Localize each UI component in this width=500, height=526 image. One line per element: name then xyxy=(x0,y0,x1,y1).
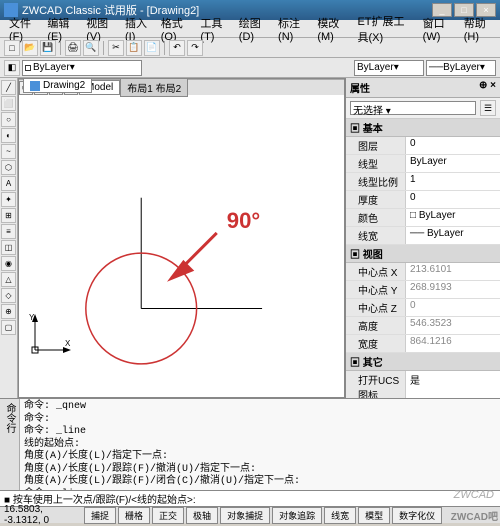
props-close-icon[interactable]: ⊕ × xyxy=(479,80,496,95)
layout-tabs[interactable]: 布局1 布局2 xyxy=(120,78,188,97)
prop-category[interactable]: ▣ 视图 xyxy=(346,245,500,263)
draw-tool-4[interactable]: ~ xyxy=(1,144,16,159)
menu-模改[interactable]: 模改(M) xyxy=(312,14,350,44)
preview-icon[interactable]: 🔍 xyxy=(83,40,99,56)
draw-tool-6[interactable]: A xyxy=(1,176,16,191)
angle-annotation: 90° xyxy=(227,208,260,233)
command-history: 命令: _qnew命令:命令: _line线的起始点:角度(A)/长度(L)/指… xyxy=(20,399,500,490)
prop-row[interactable]: 颜色□ ByLayer xyxy=(346,209,500,227)
draw-tool-0[interactable]: ╱ xyxy=(1,80,16,95)
menu-ET扩展工具[interactable]: ET扩展工具(X) xyxy=(352,12,415,46)
menu-标注[interactable]: 标注(N) xyxy=(273,14,310,44)
copy-icon[interactable]: 📋 xyxy=(126,40,142,56)
status-正交[interactable]: 正交 xyxy=(152,507,184,524)
status-栅格[interactable]: 栅格 xyxy=(118,507,150,524)
status-数字化仪[interactable]: 数字化仪 xyxy=(392,507,442,524)
command-label: 命令行 xyxy=(0,399,20,490)
draw-tool-2[interactable]: ○ xyxy=(1,112,16,127)
save-icon[interactable]: 💾 xyxy=(40,40,56,56)
document-tab[interactable]: Drawing2 xyxy=(23,79,92,93)
prop-row[interactable]: 线型比例1 xyxy=(346,173,500,191)
draw-tool-14[interactable]: ⊕ xyxy=(1,304,16,319)
prop-category[interactable]: ▣ 基本 xyxy=(346,119,500,137)
draw-tool-15[interactable]: ▢ xyxy=(1,320,16,335)
status-极轴[interactable]: 极轴 xyxy=(186,507,218,524)
prop-row[interactable]: 宽度864.1216 xyxy=(346,335,500,353)
coord-readout: 16.5803, -3.1312, 0 xyxy=(2,504,82,526)
new-icon[interactable]: □ xyxy=(4,40,20,56)
draw-tool-10[interactable]: ◫ xyxy=(1,240,16,255)
brand-label: ZWCAD吧 xyxy=(451,508,498,523)
draw-tool-1[interactable]: ⬜ xyxy=(1,96,16,111)
status-对象追踪[interactable]: 对象追踪 xyxy=(272,507,322,524)
draw-tool-3[interactable]: ◐ xyxy=(1,128,16,143)
prop-row[interactable]: 厚度0 xyxy=(346,191,500,209)
drawing-canvas[interactable]: 90° Y X xyxy=(19,97,344,379)
prop-category[interactable]: ▣ 其它 xyxy=(346,353,500,371)
cut-icon[interactable]: ✂ xyxy=(108,40,124,56)
prop-row[interactable]: 高度546.3523 xyxy=(346,317,500,335)
status-模型[interactable]: 模型 xyxy=(358,507,390,524)
draw-tool-13[interactable]: ◇ xyxy=(1,288,16,303)
lineweight-combo[interactable]: ── ByLayer ▾ xyxy=(426,60,496,76)
layer-combo[interactable]: ByLayer ▾ xyxy=(22,60,142,76)
draw-tool-5[interactable]: ⬡ xyxy=(1,160,16,175)
prop-row[interactable]: 中心点 Y268.9193 xyxy=(346,281,500,299)
undo-icon[interactable]: ↶ xyxy=(169,40,185,56)
prop-row[interactable]: 线型ByLayer xyxy=(346,155,500,173)
layer-color-icon[interactable]: ◧ xyxy=(4,60,20,76)
redo-icon[interactable]: ↷ xyxy=(187,40,203,56)
props-title: 属性 xyxy=(350,80,370,95)
ucs-icon: Y X xyxy=(27,312,72,357)
open-icon[interactable]: 📂 xyxy=(22,40,38,56)
draw-tool-11[interactable]: ◉ xyxy=(1,256,16,271)
draw-tool-12[interactable]: △ xyxy=(1,272,16,287)
prop-row[interactable]: 中心点 Z0 xyxy=(346,299,500,317)
svg-text:Y: Y xyxy=(29,313,35,322)
paste-icon[interactable]: 📄 xyxy=(144,40,160,56)
print-icon[interactable]: 🖨 xyxy=(65,40,81,56)
draw-tool-9[interactable]: ≡ xyxy=(1,224,16,239)
quickselect-icon[interactable]: ☰ xyxy=(480,100,496,116)
svg-text:X: X xyxy=(65,339,71,348)
prop-row[interactable]: 中心点 X213.6101 xyxy=(346,263,500,281)
menu-绘图[interactable]: 绘图(D) xyxy=(234,14,271,44)
status-对象捕捉[interactable]: 对象捕捉 xyxy=(220,507,270,524)
menu-帮助[interactable]: 帮助(H) xyxy=(459,14,496,44)
status-捕捉[interactable]: 捕捉 xyxy=(84,507,116,524)
status-线宽[interactable]: 线宽 xyxy=(324,507,356,524)
draw-tool-8[interactable]: ⊞ xyxy=(1,208,16,223)
selection-combo[interactable]: 无选择 ▾ xyxy=(350,101,476,115)
linetype-combo[interactable]: ByLayer ▾ xyxy=(354,60,424,76)
menu-窗口[interactable]: 窗口(W) xyxy=(418,14,457,44)
document-icon xyxy=(30,81,40,91)
prop-row[interactable]: 打开UCS图标是 xyxy=(346,371,500,398)
prop-row[interactable]: 图层0 xyxy=(346,137,500,155)
prop-row[interactable]: 线宽── ByLayer xyxy=(346,227,500,245)
draw-tool-7[interactable]: ✦ xyxy=(1,192,16,207)
